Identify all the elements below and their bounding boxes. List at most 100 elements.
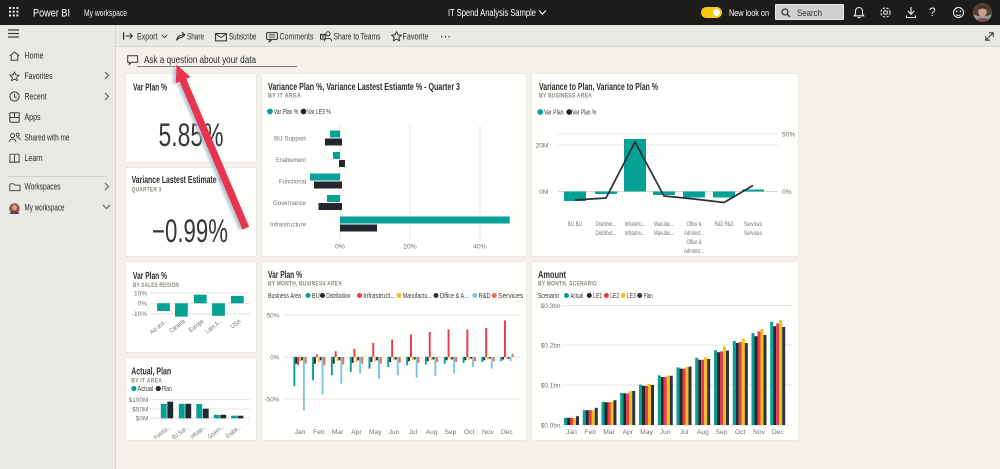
svg-text:Europe: Europe (188, 318, 206, 334)
svg-text:Sep: Sep (716, 429, 728, 436)
svg-text:Workspaces: Workspaces (25, 182, 61, 192)
svg-text:LE2: LE2 (610, 293, 619, 300)
svg-text:Variance to Plan, Variance to: Variance to Plan, Variance to Plan % (539, 82, 658, 93)
svg-text:Actual: Actual (137, 386, 153, 393)
svg-text:Var Plan: Var Plan (544, 110, 564, 117)
svg-text:Actual, Plan: Actual, Plan (131, 367, 171, 378)
svg-text:May: May (369, 429, 382, 436)
svg-text:Jul: Jul (680, 429, 689, 436)
svg-text:BU Sup...: BU Sup... (171, 424, 190, 441)
svg-text:Infrastru...: Infrastru... (625, 230, 646, 237)
svg-text:Var Plan %: Var Plan % (572, 110, 596, 117)
svg-text:Amount: Amount (538, 270, 566, 281)
svg-text:10%: 10% (134, 290, 147, 297)
svg-text:-10%: -10% (132, 311, 147, 318)
svg-text:$0.1bn: $0.1bn (541, 382, 561, 389)
svg-text:Jan: Jan (566, 429, 577, 436)
svg-text:Apr: Apr (351, 429, 362, 436)
svg-text:Aug: Aug (697, 429, 709, 436)
svg-text:Learn: Learn (25, 153, 43, 163)
svg-text:Variance Plan %, Variance Last: Variance Plan %, Variance Lastest Estiam… (268, 82, 460, 93)
svg-text:Scenario: Scenario (538, 293, 559, 300)
svg-text:Administ...: Administ... (684, 230, 704, 237)
svg-text:Aug: Aug (426, 429, 438, 436)
svg-text:Office &: Office & (687, 239, 702, 246)
svg-text:Manufac...: Manufac... (654, 230, 674, 237)
svg-text:Mar: Mar (332, 429, 344, 436)
svg-text:Nov: Nov (482, 429, 495, 436)
svg-text:Aus and...: Aus and... (149, 318, 169, 336)
svg-text:$0M: $0M (136, 416, 149, 423)
svg-text:BU: BU (312, 293, 320, 300)
svg-text:R&D R&D: R&D R&D (715, 221, 734, 228)
svg-text:Jan: Jan (295, 429, 306, 436)
svg-text:Feb: Feb (313, 429, 325, 436)
svg-text:Jun: Jun (660, 429, 671, 436)
svg-text:Jul: Jul (409, 429, 418, 436)
svg-text:Office &: Office & (687, 221, 702, 228)
svg-text:Enablement: Enablement (276, 157, 306, 164)
svg-text:Office & A...: Office & A... (440, 293, 469, 300)
svg-text:My workspace: My workspace (25, 203, 65, 213)
svg-text:Distribut...: Distribut... (596, 230, 617, 237)
svg-text:Administ...: Administ... (684, 248, 704, 255)
svg-text:$100M: $100M (129, 397, 149, 404)
svg-text:BY MONTH, BUSINESS AREA: BY MONTH, BUSINESS AREA (268, 281, 342, 288)
svg-text:Services: Services (744, 221, 763, 228)
svg-text:-50%: -50% (264, 396, 279, 403)
svg-text:0%: 0% (270, 354, 280, 361)
svg-text:Manufac...: Manufac... (654, 221, 674, 228)
svg-text:$50M: $50M (132, 406, 148, 413)
svg-text:Governance: Governance (273, 200, 306, 207)
svg-text:May: May (640, 429, 653, 436)
svg-text:Oct: Oct (464, 429, 475, 436)
svg-text:Distribution: Distribution (326, 293, 350, 300)
svg-text:$0.3bn: $0.3bn (541, 303, 561, 310)
svg-text:BU Support: BU Support (274, 136, 306, 143)
svg-text:0%: 0% (782, 189, 792, 196)
svg-text:Var Plan %: Var Plan % (268, 270, 302, 281)
svg-text:BY IT AREA: BY IT AREA (268, 93, 301, 100)
svg-text:Latin A...: Latin A... (204, 318, 223, 335)
svg-text:LE1: LE1 (593, 293, 602, 300)
svg-text:R&D: R&D (479, 293, 491, 300)
svg-text:Dec: Dec (772, 429, 785, 436)
svg-text:40%: 40% (473, 244, 486, 251)
svg-text:Canada: Canada (168, 318, 187, 335)
svg-text:Infrastructure: Infrastructure (270, 222, 306, 229)
svg-text:Plan: Plan (644, 293, 653, 300)
svg-text:Functional: Functional (279, 179, 306, 186)
svg-text:Recent: Recent (25, 92, 47, 102)
svg-text:Infrastruct...: Infrastruct... (363, 293, 395, 300)
svg-text:Functio...: Functio... (153, 424, 172, 441)
svg-text:Dec: Dec (501, 429, 514, 436)
svg-text:BY MONTH, SCENARIO: BY MONTH, SCENARIO (538, 281, 597, 288)
svg-text:Feb: Feb (584, 429, 596, 436)
svg-text:0M: 0M (539, 189, 549, 196)
svg-text:0%: 0% (138, 301, 148, 308)
svg-text:Manufactu...: Manufactu... (403, 293, 432, 300)
svg-text:$0.0bn: $0.0bn (541, 422, 561, 429)
svg-text:Services: Services (744, 230, 763, 237)
svg-text:Actual: Actual (570, 293, 583, 300)
svg-text:LE3: LE3 (627, 293, 636, 300)
svg-text:USA: USA (230, 318, 243, 331)
svg-text:BY BUSINESS AREA: BY BUSINESS AREA (539, 93, 592, 100)
svg-text:Nov: Nov (753, 429, 766, 436)
svg-text:$0.2bn: $0.2bn (541, 342, 561, 349)
svg-text:0%: 0% (335, 244, 345, 251)
svg-text:20M: 20M (535, 143, 548, 150)
svg-text:Var Plan %: Var Plan % (133, 271, 167, 282)
svg-text:Enable...: Enable... (225, 424, 243, 440)
svg-text:20%: 20% (403, 244, 416, 251)
svg-text:Var LE3 %: Var LE3 % (307, 109, 331, 116)
svg-text:Apps: Apps (25, 112, 41, 122)
svg-text:Infrastr...: Infrastr... (189, 424, 208, 441)
svg-text:50%: 50% (266, 312, 279, 319)
svg-text:Oct: Oct (735, 429, 746, 436)
svg-text:Apr: Apr (623, 429, 634, 436)
svg-text:Distribut...: Distribut... (596, 221, 617, 228)
svg-text:BY IT AREA: BY IT AREA (131, 378, 162, 385)
svg-text:Sep: Sep (444, 429, 456, 436)
svg-text:50%: 50% (782, 132, 795, 139)
